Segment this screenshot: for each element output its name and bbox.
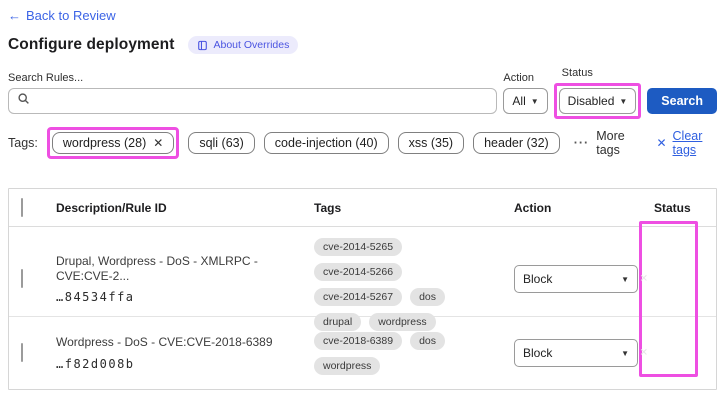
status-dropdown[interactable]: Disabled ▼	[558, 88, 637, 114]
more-dots-icon: ···	[573, 136, 590, 150]
rule-tag-pill: cve-2014-5265	[314, 238, 403, 256]
about-overrides-badge[interactable]: About Overrides	[188, 36, 299, 54]
tag-chip-label: wordpress (28)	[62, 136, 147, 150]
action-dropdown-value: All	[512, 94, 526, 108]
back-arrow-icon: ←	[8, 8, 21, 23]
rule-description-cell: Wordpress - DoS - CVE:CVE-2018-6389 …f82…	[48, 335, 306, 370]
rule-id: …f82d008b	[56, 356, 135, 371]
column-header-tags: Tags	[314, 200, 342, 215]
action-label: Action	[503, 72, 534, 84]
rule-action-cell: Block ▼	[506, 339, 646, 367]
column-header-action: Action	[514, 200, 552, 215]
status-dropdown-highlight: Disabled ▼	[553, 83, 642, 119]
clear-tags-link[interactable]: ✕ Clear tags	[656, 129, 717, 157]
tag-chip-label: xss (35)	[408, 136, 454, 150]
tag-chip-sqli[interactable]: sqli (63)	[188, 132, 255, 154]
rule-action-cell: Block ▼	[506, 265, 646, 293]
status-label: Status	[561, 67, 593, 79]
search-input-box[interactable]	[8, 88, 498, 114]
clear-x-icon: ✕	[656, 136, 667, 150]
toggle-knob	[656, 281, 674, 299]
action-select[interactable]: Block ▼	[514, 339, 638, 367]
more-tags-button[interactable]: ··· More tags	[574, 129, 639, 157]
rule-tag-pill: cve-2014-5266	[314, 263, 403, 281]
rule-description: Drupal, Wordpress - DoS - XMLRPC - CVE:C…	[56, 254, 258, 283]
rule-tag-pill: wordpress	[369, 313, 436, 331]
rule-tag-pill: cve-2014-5267	[314, 288, 403, 306]
filter-bar: Search Rules... Action All ▼ Status Disa…	[8, 67, 717, 119]
tag-chip-code-injection[interactable]: code-injection (40)	[263, 132, 389, 154]
toggle-x-icon: ✕	[639, 273, 648, 285]
clear-tags-label: Clear tags	[672, 129, 703, 157]
remove-tag-icon[interactable]: ✕	[153, 136, 163, 150]
column-header-status: Status	[654, 200, 691, 215]
caret-down-icon: ▼	[621, 348, 629, 358]
tags-label: Tags:	[8, 136, 38, 150]
toggle-knob	[656, 355, 674, 373]
table-header-row: Description/Rule ID Tags Action Status	[9, 189, 716, 227]
rule-tags-cell: cve-2014-5265 cve-2014-5266 cve-2014-526…	[306, 227, 506, 331]
search-rules-input[interactable]	[36, 93, 489, 109]
rule-id: …84534ffa	[56, 289, 135, 304]
more-tags-label: More tags	[596, 129, 625, 157]
configure-deployment-page: ← Back to Review Configure deployment Ab…	[0, 0, 725, 390]
tag-chip-header[interactable]: header (32)	[473, 132, 560, 154]
selected-tag-highlight: wordpress (28) ✕	[46, 127, 180, 159]
action-dropdown[interactable]: All ▼	[503, 88, 548, 114]
page-title: Configure deployment	[8, 36, 175, 53]
status-dropdown-value: Disabled	[567, 94, 615, 108]
back-to-review-link[interactable]: ← Back to Review	[8, 8, 116, 23]
rule-description-cell: Drupal, Wordpress - DoS - XMLRPC - CVE:C…	[48, 254, 306, 304]
rules-table: Description/Rule ID Tags Action Status D…	[8, 188, 717, 390]
search-icon	[17, 92, 30, 110]
row-checkbox[interactable]	[21, 343, 23, 362]
rule-tags-cell: cve-2018-6389 dos wordpress	[306, 331, 506, 375]
rule-tag-pill: dos	[410, 288, 445, 306]
toggle-x-icon: ✕	[639, 347, 648, 359]
tag-chip-label: header (32)	[484, 136, 549, 150]
action-select-value: Block	[523, 272, 553, 286]
tag-chip-label: sqli (63)	[199, 136, 244, 150]
table-row: Drupal, Wordpress - DoS - XMLRPC - CVE:C…	[9, 227, 716, 331]
rule-description: Wordpress - DoS - CVE:CVE-2018-6389	[56, 335, 273, 350]
tag-chip-label: code-injection (40)	[274, 136, 378, 150]
rule-tag-pill: wordpress	[314, 356, 381, 375]
title-row: Configure deployment About Overrides	[8, 36, 717, 54]
caret-down-icon: ▼	[530, 96, 539, 106]
about-overrides-label: About Overrides	[213, 39, 290, 51]
tag-chip-wordpress[interactable]: wordpress (28) ✕	[51, 132, 175, 154]
row-checkbox[interactable]	[21, 269, 23, 288]
action-select[interactable]: Block ▼	[514, 265, 638, 293]
caret-down-icon: ▼	[619, 96, 628, 106]
search-rules-label: Search Rules...	[8, 72, 84, 84]
tag-chip-xss[interactable]: xss (35)	[397, 132, 465, 154]
tags-bar: Tags: wordpress (28) ✕ sqli (63) code-in…	[8, 127, 717, 159]
column-header-description: Description/Rule ID	[56, 200, 167, 215]
back-link-label: Back to Review	[26, 8, 116, 23]
action-select-value: Block	[523, 346, 553, 360]
book-icon	[197, 40, 208, 51]
caret-down-icon: ▼	[621, 274, 629, 284]
search-button[interactable]: Search	[647, 88, 717, 114]
rule-tag-pill: dos	[410, 331, 445, 350]
select-all-checkbox[interactable]	[21, 197, 23, 217]
rule-tag-pill: cve-2018-6389	[314, 331, 403, 350]
rule-tag-pill: drupal	[314, 313, 362, 331]
